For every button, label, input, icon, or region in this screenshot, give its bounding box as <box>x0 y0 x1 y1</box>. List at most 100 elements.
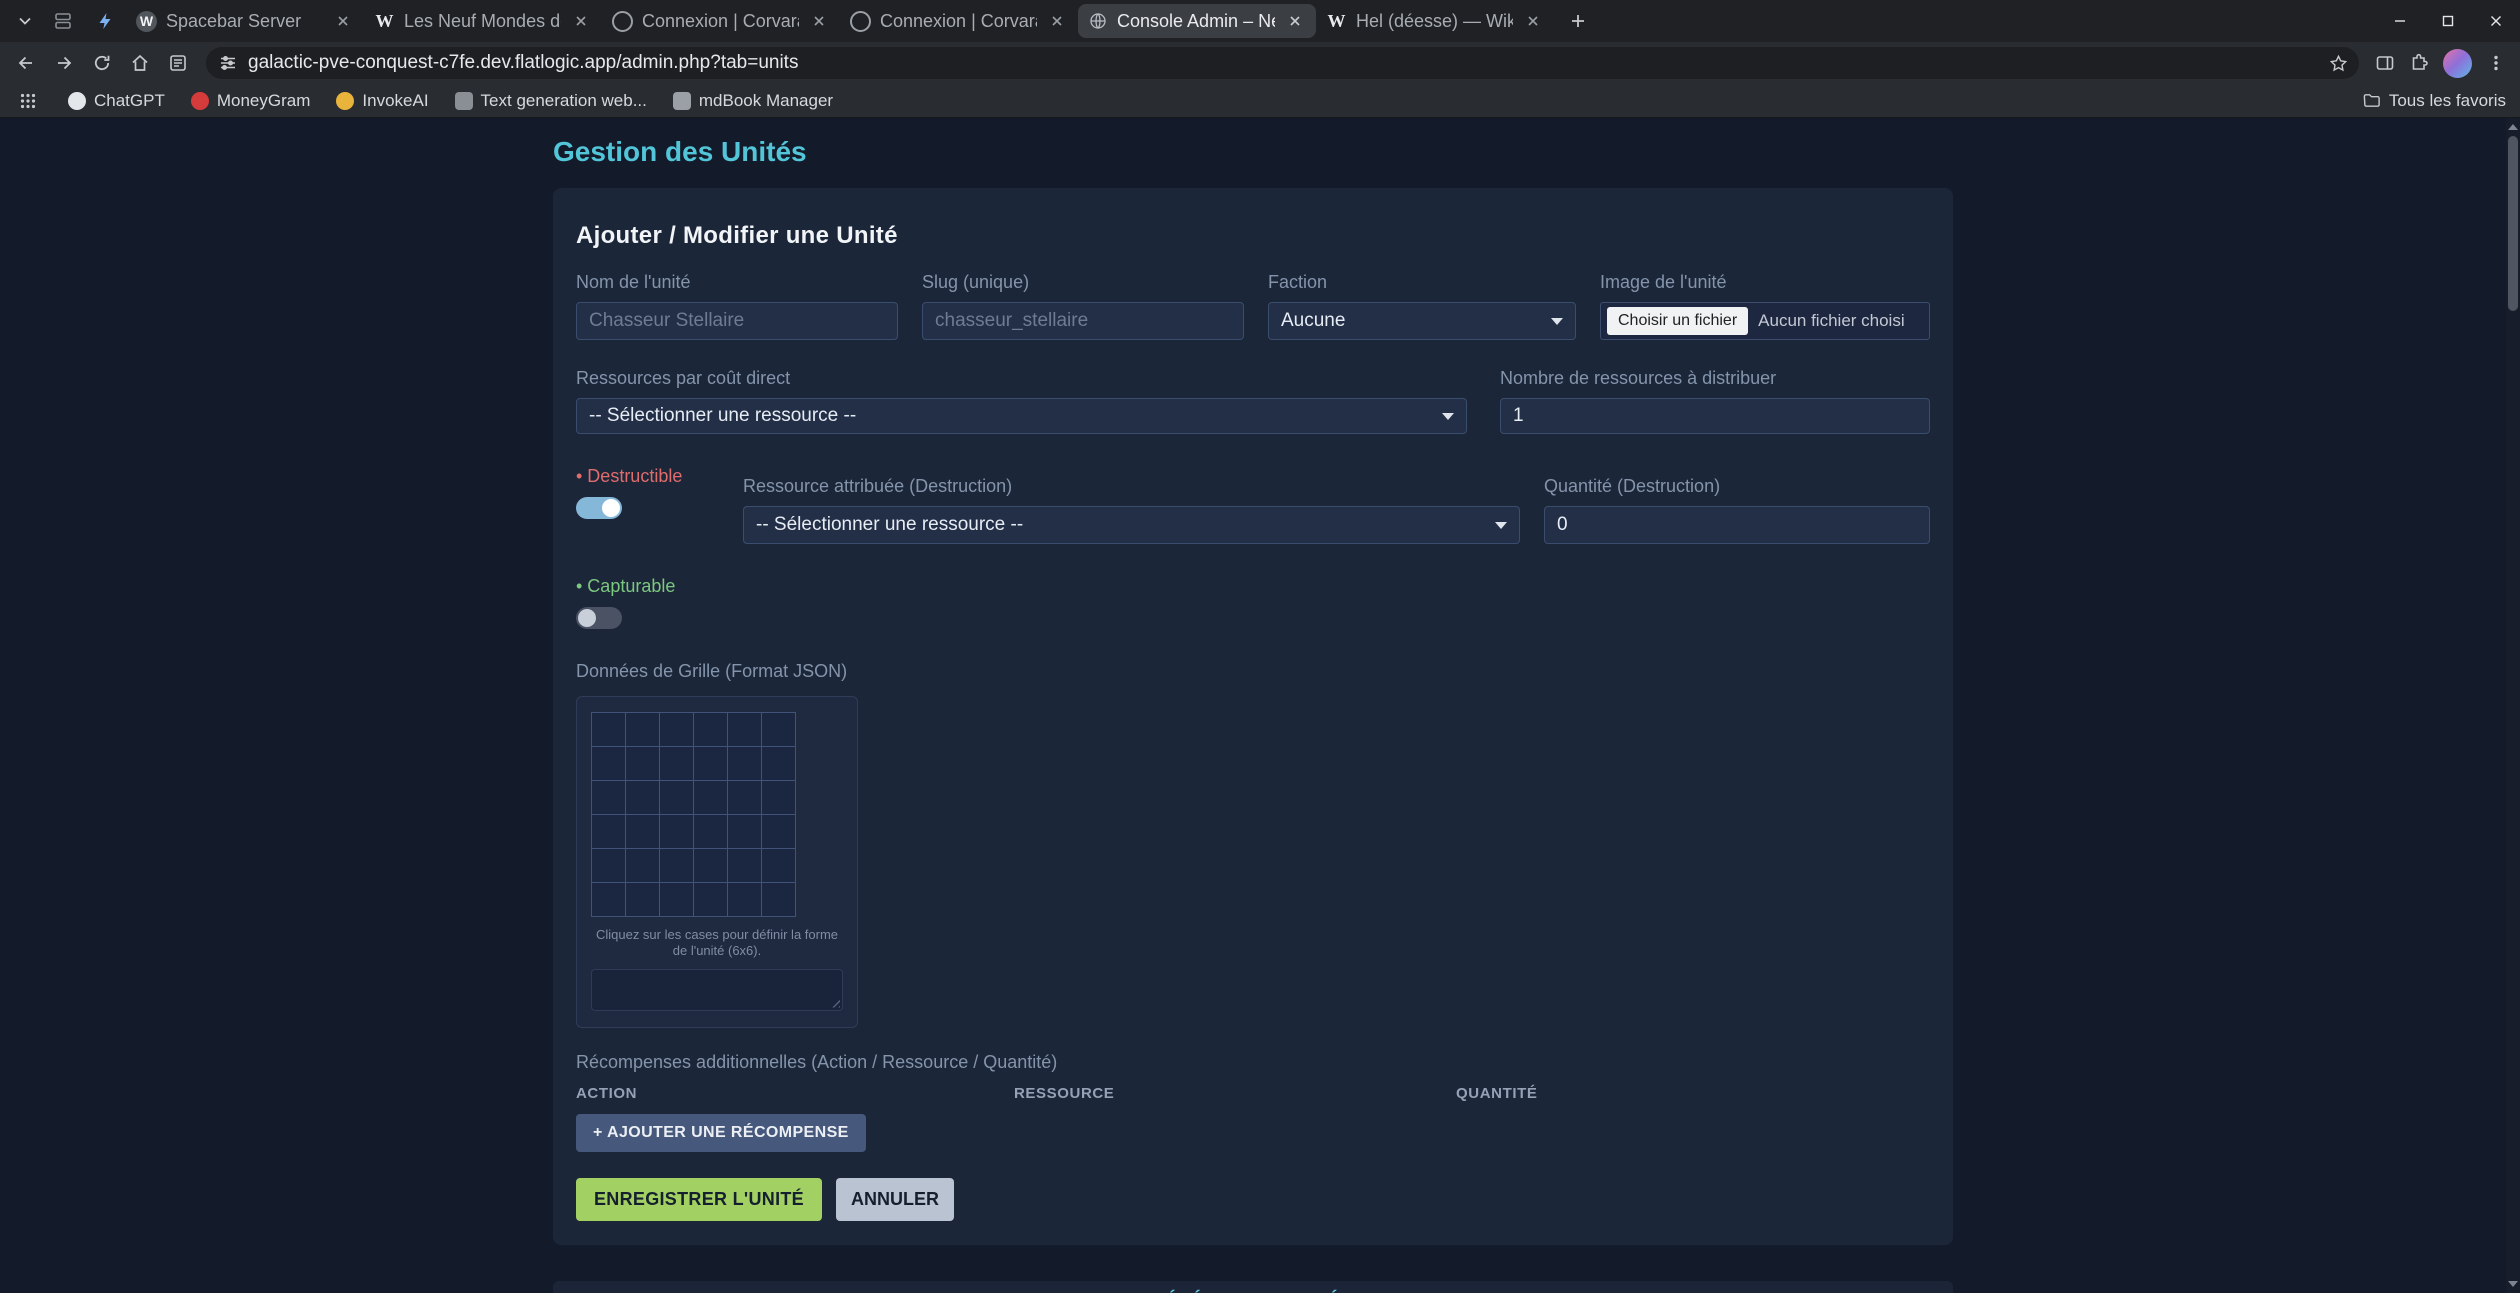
destruction-resource-select[interactable]: -- Sélectionner une ressource -- <box>743 506 1520 544</box>
apps-grid-button[interactable] <box>14 87 42 115</box>
grid-cell[interactable] <box>694 747 728 781</box>
grid-cell[interactable] <box>592 713 626 747</box>
scroll-up-arrow[interactable] <box>2506 119 2520 135</box>
capturable-toggle[interactable] <box>576 607 622 629</box>
address-bar[interactable]: galactic-pve-conquest-c7fe.dev.flatlogic… <box>206 47 2359 79</box>
reload-button[interactable] <box>84 45 120 81</box>
grid-cell[interactable] <box>762 883 796 917</box>
tab-les-neuf-mondes[interactable]: W Les Neuf Mondes de la Mythol... <box>364 4 602 38</box>
grid-cell[interactable] <box>660 883 694 917</box>
tab-strip: W Spacebar Server W Les Neuf Mondes de l… <box>0 0 2520 42</box>
close-icon[interactable] <box>332 10 354 32</box>
profile-avatar[interactable] <box>2443 49 2472 78</box>
grid-cell[interactable] <box>660 815 694 849</box>
tab-console-admin-nexus[interactable]: Console Admin – Nexus <box>1078 4 1316 38</box>
back-button[interactable] <box>8 45 44 81</box>
grid-cell[interactable] <box>660 849 694 883</box>
browser-menu-button[interactable] <box>2480 47 2512 79</box>
grid-cell[interactable] <box>660 747 694 781</box>
name-label: Nom de l'unité <box>576 272 898 293</box>
extensions-button[interactable] <box>2403 47 2435 79</box>
grid-cell[interactable] <box>694 815 728 849</box>
forward-icon <box>54 53 74 73</box>
reading-list-button[interactable] <box>160 45 196 81</box>
grid-cell[interactable] <box>762 747 796 781</box>
all-bookmarks-button[interactable]: Tous les favoris <box>2362 91 2506 111</box>
grid-cell[interactable] <box>762 781 796 815</box>
grid-cell[interactable] <box>626 815 660 849</box>
grid-cell[interactable] <box>592 849 626 883</box>
page-scrollbar[interactable] <box>2506 118 2520 1293</box>
grid-cell[interactable] <box>660 781 694 815</box>
scroll-down-arrow[interactable] <box>2506 1276 2520 1292</box>
close-icon[interactable] <box>808 10 830 32</box>
bookmark-invokeai[interactable]: InvokeAI <box>336 91 428 111</box>
bookmark-label: MoneyGram <box>217 91 311 111</box>
name-input[interactable] <box>576 302 898 340</box>
cancel-button[interactable]: ANNULER <box>836 1178 954 1221</box>
close-icon[interactable] <box>570 10 592 32</box>
close-icon[interactable] <box>1522 10 1544 32</box>
grid-cell[interactable] <box>626 713 660 747</box>
close-icon[interactable] <box>1046 10 1068 32</box>
add-reward-button[interactable]: + AJOUTER UNE RÉCOMPENSE <box>576 1114 866 1152</box>
side-panel-button[interactable] <box>2369 47 2401 79</box>
bookmark-mdbook-manager[interactable]: mdBook Manager <box>673 91 833 111</box>
grid-cell[interactable] <box>762 713 796 747</box>
close-icon[interactable] <box>1284 10 1306 32</box>
grid-json-textarea[interactable] <box>591 969 843 1011</box>
tab-search-button[interactable] <box>8 4 42 38</box>
new-tab-button[interactable] <box>1560 3 1596 39</box>
grid-cell[interactable] <box>626 781 660 815</box>
grid-cell[interactable] <box>728 747 762 781</box>
resource-count-input[interactable] <box>1500 398 1930 434</box>
grid-cell[interactable] <box>728 781 762 815</box>
home-button[interactable] <box>122 45 158 81</box>
forward-button[interactable] <box>46 45 82 81</box>
destructible-toggle[interactable] <box>576 497 622 519</box>
grid-cell[interactable] <box>728 713 762 747</box>
tab-connexion-corvara-2[interactable]: Connexion | Corvara <box>840 4 1078 38</box>
scrollbar-thumb[interactable] <box>2508 136 2518 311</box>
bookmark-chatgpt[interactable]: ChatGPT <box>68 91 165 111</box>
minimize-button[interactable] <box>2376 0 2424 42</box>
grid-cell[interactable] <box>694 781 728 815</box>
faction-select[interactable]: Aucune <box>1268 302 1576 340</box>
grid-cell[interactable] <box>592 747 626 781</box>
bookmark-star-button[interactable] <box>2322 47 2354 79</box>
grid-cell[interactable] <box>592 815 626 849</box>
bookmark-text-generation-webui[interactable]: Text generation web... <box>455 91 647 111</box>
grid-cell[interactable] <box>728 849 762 883</box>
page-viewport: Gestion des Unités Ajouter / Modifier un… <box>0 118 2520 1293</box>
tab-connexion-corvara-1[interactable]: Connexion | Corvara <box>602 4 840 38</box>
grid-cell[interactable] <box>728 815 762 849</box>
destruction-resource-group: Ressource attribuée (Destruction) -- Sél… <box>743 466 1520 544</box>
grid-cell[interactable] <box>728 883 762 917</box>
grid-cell[interactable] <box>694 849 728 883</box>
choose-file-button[interactable]: Choisir un fichier <box>1607 307 1748 335</box>
grid-cell[interactable] <box>592 781 626 815</box>
pinned-tab-server[interactable] <box>42 4 84 38</box>
close-window-button[interactable] <box>2472 0 2520 42</box>
chatgpt-icon <box>68 92 86 110</box>
pinned-tab-bolt[interactable] <box>84 4 126 38</box>
destruction-qty-input[interactable] <box>1544 506 1930 544</box>
wordpress-icon: W <box>136 11 157 32</box>
grid-cell[interactable] <box>626 747 660 781</box>
grid-cell[interactable] <box>694 713 728 747</box>
save-unit-button[interactable]: ENREGISTRER L'UNITÉ <box>576 1178 822 1221</box>
bookmark-moneygram[interactable]: MoneyGram <box>191 91 311 111</box>
grid-cell[interactable] <box>762 849 796 883</box>
slug-input[interactable] <box>922 302 1244 340</box>
maximize-button[interactable] <box>2424 0 2472 42</box>
grid-cell[interactable] <box>694 883 728 917</box>
tab-spacebar-server[interactable]: W Spacebar Server <box>126 4 364 38</box>
grid-cell[interactable] <box>626 883 660 917</box>
grid-cell[interactable] <box>762 815 796 849</box>
image-file-input[interactable]: Choisir un fichier Aucun fichier choisi <box>1600 302 1930 340</box>
resource-cost-select[interactable]: -- Sélectionner une ressource -- <box>576 398 1467 434</box>
grid-cell[interactable] <box>592 883 626 917</box>
tab-hel-wikipedia[interactable]: W Hel (déesse) — Wikipédia <box>1316 4 1554 38</box>
grid-cell[interactable] <box>660 713 694 747</box>
grid-cell[interactable] <box>626 849 660 883</box>
